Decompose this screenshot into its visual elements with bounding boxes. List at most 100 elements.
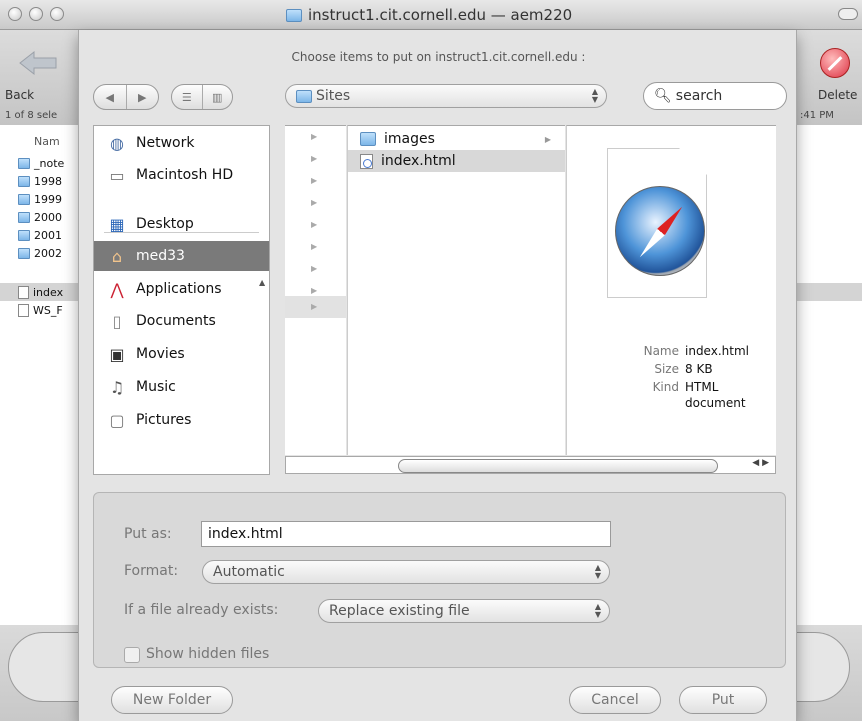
back-nav-button[interactable]: ◀	[94, 85, 126, 109]
popup-arrows-icon: ▲ ▼	[594, 563, 601, 580]
sidebar-item-med33[interactable]: ⌂ med33	[94, 241, 269, 271]
list-item[interactable]: index	[18, 284, 63, 300]
file-row-index-html[interactable]: index.html	[348, 150, 565, 172]
list-item-label: _note	[34, 156, 65, 170]
window-title: instruct1.cit.cornell.edu — aem220	[286, 6, 572, 24]
back-forward-control: ◀ ▶	[93, 84, 159, 110]
toolbar-toggle-button[interactable]	[838, 8, 858, 20]
cancel-button[interactable]: Cancel	[569, 686, 661, 714]
sidebar-scrollbar[interactable]: ▲	[259, 126, 269, 474]
forward-nav-button[interactable]: ▶	[125, 85, 159, 109]
desktop-icon: ▦	[109, 214, 125, 234]
file-exists-label: If a file already exists:	[124, 602, 279, 618]
sidebar-item-label: Pictures	[136, 412, 192, 428]
list-item-label: 2000	[34, 210, 62, 224]
location-popup-label: Sites	[316, 88, 351, 104]
background-time: :41 PM	[800, 110, 834, 121]
column-view-icon: ▥	[212, 90, 223, 104]
scroll-up-arrow-icon[interactable]: ▲	[259, 278, 265, 287]
delete-icon[interactable]	[820, 48, 850, 78]
music-icon: ♫	[109, 377, 125, 397]
sidebar-item-pictures[interactable]: ▢ Pictures	[94, 405, 269, 435]
list-item-label: 2001	[34, 228, 62, 242]
format-popup[interactable]: Automatic ▲ ▼	[202, 560, 610, 584]
preview-name-key: Name	[643, 344, 679, 358]
documents-icon: ▯	[112, 311, 122, 331]
list-item[interactable]: 1998	[18, 173, 62, 189]
preview-size-value: 8 KB	[685, 362, 713, 376]
disclosure-triangle-icon: ▶	[311, 154, 318, 163]
applications-icon: ⋀	[110, 279, 124, 299]
file-exists-popup[interactable]: Replace existing file ▲ ▼	[318, 599, 610, 623]
forward-triangle-icon: ▶	[138, 90, 147, 104]
close-window-button[interactable]	[8, 7, 22, 21]
search-field[interactable]: 🔍︎ search	[643, 82, 787, 110]
sidebar: ◍ Network ▭ Macintosh HD ▦ Desktop ⌂ med…	[93, 125, 270, 475]
list-item[interactable]: WS_F	[18, 302, 63, 318]
sidebar-item-label: med33	[136, 248, 185, 264]
disclosure-triangle-icon: ▶	[311, 198, 318, 207]
format-label: Format:	[124, 563, 179, 579]
preview-kind-key: Kind	[652, 380, 679, 394]
folder-icon	[360, 132, 376, 146]
disclosure-triangle-icon: ▶	[311, 264, 318, 273]
list-item[interactable]: _note	[18, 155, 64, 171]
folder-icon	[18, 229, 30, 241]
pictures-icon: ▢	[109, 410, 125, 430]
window-titlebar: instruct1.cit.cornell.edu — aem220	[0, 0, 862, 30]
preview-name-value: index.html	[685, 344, 749, 358]
put-as-field[interactable]: index.html	[201, 521, 611, 547]
browser-column-sites: images ▶ index.html	[347, 125, 565, 455]
list-item[interactable]: 1999	[18, 191, 62, 207]
column-view-button[interactable]: ▥	[201, 85, 233, 109]
sidebar-item-label: Movies	[136, 346, 185, 362]
popup-arrows-icon: ▲ ▼	[591, 87, 598, 104]
location-popup[interactable]: Sites ▲ ▼	[285, 84, 607, 108]
disclosure-triangle-icon: ▶	[311, 302, 318, 311]
sidebar-item-label: Network	[136, 135, 195, 151]
show-hidden-files-checkbox[interactable]	[124, 647, 140, 663]
sidebar-item-music[interactable]: ♫ Music	[94, 372, 269, 402]
back-arrow-icon[interactable]	[18, 50, 58, 76]
sidebar-item-desktop[interactable]: ▦ Desktop	[94, 209, 269, 239]
file-row-images[interactable]: images ▶	[348, 128, 565, 150]
minimize-window-button[interactable]	[29, 7, 43, 21]
safari-compass-icon	[615, 186, 705, 276]
disclosure-triangle-icon: ▶	[311, 176, 318, 185]
put-sheet: Choose items to put on instruct1.cit.cor…	[78, 30, 797, 721]
scroll-thumb[interactable]	[398, 459, 718, 473]
folder-icon	[296, 89, 312, 103]
search-placeholder: search	[675, 88, 723, 104]
search-icon: 🔍︎	[654, 88, 672, 104]
folder-icon	[18, 157, 30, 169]
list-item[interactable]: 2002	[18, 245, 62, 261]
sidebar-item-label: Desktop	[136, 216, 194, 232]
preview-kind-value: HTML	[685, 380, 719, 394]
disclosure-triangle-icon: ▶	[311, 220, 318, 229]
list-item-label: index	[33, 285, 64, 299]
new-folder-button[interactable]: New Folder	[111, 686, 233, 714]
zoom-window-button[interactable]	[50, 7, 64, 21]
put-button[interactable]: Put	[679, 686, 767, 714]
put-as-value: index.html	[208, 526, 283, 542]
list-view-button[interactable]: ☰	[172, 85, 202, 109]
sidebar-item-macintosh-hd[interactable]: ▭ Macintosh HD	[94, 160, 269, 190]
list-item[interactable]: 2000	[18, 209, 62, 225]
file-name: images	[384, 131, 435, 147]
sidebar-item-movies[interactable]: ▣ Movies	[94, 339, 269, 369]
sidebar-item-applications[interactable]: ⋀ Applications	[94, 274, 269, 304]
browser-column-parent: ▶ ▶ ▶ ▶ ▶ ▶ ▶ ▶ ▶ ▶	[285, 125, 346, 455]
sidebar-item-network[interactable]: ◍ Network	[94, 128, 269, 158]
globe-icon: ◍	[110, 133, 124, 153]
selection-status: 1 of 8 sele	[5, 110, 58, 121]
list-item[interactable]: 2001	[18, 227, 62, 243]
list-item-label: 1999	[34, 192, 62, 206]
folder-icon	[18, 175, 30, 187]
document-icon	[18, 303, 29, 317]
list-item-label: 2002	[34, 246, 62, 260]
sidebar-item-documents[interactable]: ▯ Documents	[94, 306, 269, 336]
html-file-icon	[360, 153, 373, 169]
file-exists-popup-value: Replace existing file	[329, 603, 470, 619]
browser-horizontal-scrollbar[interactable]: ◀ ▶	[285, 456, 776, 474]
scroll-arrows-icon[interactable]: ◀ ▶	[752, 458, 769, 468]
